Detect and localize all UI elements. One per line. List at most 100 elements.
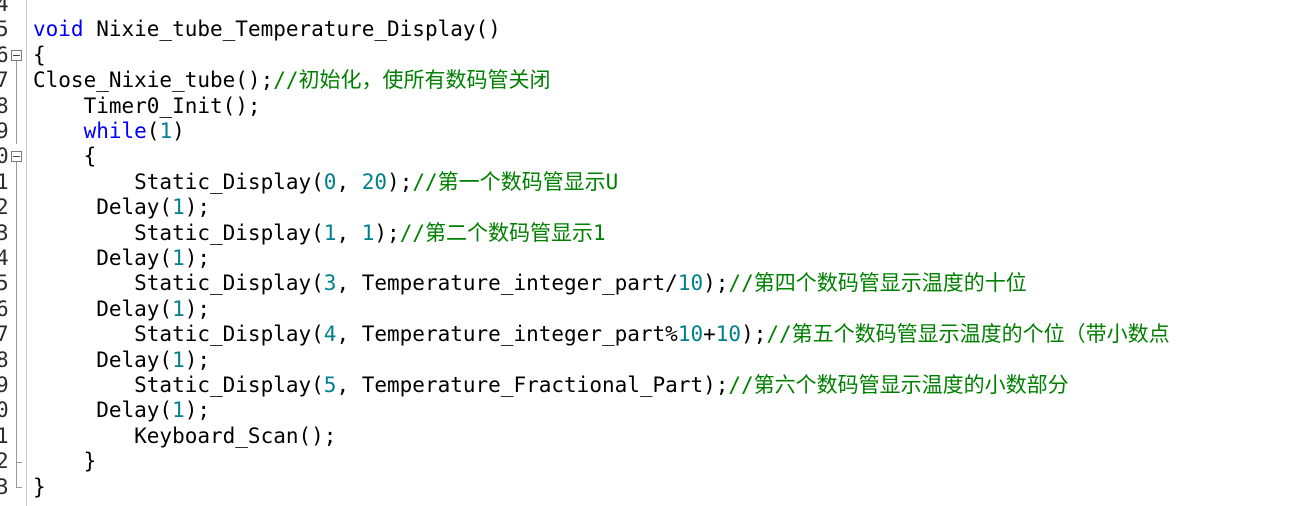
comment-token: //第五个数码管显示温度的个位（带小数点 <box>766 322 1170 347</box>
fold-guide-line <box>16 271 17 297</box>
code-token: Delay( <box>33 296 173 321</box>
line-number: 5 <box>0 17 9 42</box>
fold-collapse-icon[interactable] <box>11 49 22 61</box>
code-token: ); <box>387 169 413 194</box>
fold-guide-line <box>16 162 17 170</box>
code-line[interactable]: } <box>33 449 97 474</box>
number-token: 10 <box>677 322 704 347</box>
number-token: 1 <box>172 246 185 270</box>
code-line[interactable]: Delay(1); <box>33 297 210 322</box>
line-number: 8 <box>0 347 9 372</box>
code-line[interactable]: Delay(1); <box>33 398 210 423</box>
comment-token: //第二个数码管显示1 <box>399 220 606 245</box>
code-token: , Temperature_integer_part% <box>336 322 678 347</box>
number-token: 4 <box>323 322 337 347</box>
code-token: ) <box>172 119 185 143</box>
line-number: 7 <box>0 68 9 93</box>
code-line[interactable]: void Nixie_tube_Temperature_Display() <box>33 17 501 42</box>
comment-token: //第六个数码管显示温度的小数部分 <box>728 373 1069 397</box>
code-line[interactable]: while(1) <box>33 119 185 144</box>
gutter-divider <box>26 0 27 506</box>
line-number: 0 <box>0 398 9 423</box>
number-token: 20 <box>361 169 388 194</box>
code-token: ); <box>184 398 211 423</box>
code-line[interactable]: Timer0_Init(); <box>33 94 261 119</box>
line-number: 6 <box>0 296 9 321</box>
line-number: 8 <box>0 93 9 118</box>
fold-guide-line <box>16 220 17 246</box>
number-token: 3 <box>323 271 337 296</box>
number-token: 1 <box>172 347 185 372</box>
line-number: 4 <box>0 246 9 270</box>
code-token: Timer0_Init(); <box>33 93 261 118</box>
comment-token: //第四个数码管显示温度的十位 <box>728 271 1027 296</box>
keyword-token: while <box>83 119 147 143</box>
code-editor[interactable]: 45678901234567890123 void Nixie_tube_Tem… <box>0 0 1296 506</box>
keyword-token: void <box>33 17 84 42</box>
number-token: 1 <box>172 195 185 220</box>
code-token: Delay( <box>33 246 173 270</box>
code-token: , Temperature_integer_part/ <box>336 271 678 296</box>
number-token: 1 <box>361 220 375 245</box>
fold-guide-line <box>16 246 17 272</box>
line-number: 2 <box>0 195 9 220</box>
fold-guide-line <box>16 373 17 399</box>
code-line[interactable]: Static_Display(4, Temperature_integer_pa… <box>33 322 1170 347</box>
code-token: Delay( <box>33 195 173 220</box>
fold-guide-line <box>16 119 17 145</box>
fold-guide-line <box>16 60 17 69</box>
code-token: ( <box>146 119 160 143</box>
comment-token: //第一个数码管显示U <box>412 169 619 194</box>
line-number: 6 <box>0 42 9 67</box>
fold-guide-line <box>16 296 17 323</box>
line-number: 1 <box>0 169 9 194</box>
fold-guide-line <box>16 449 17 462</box>
code-token: ); <box>184 296 211 321</box>
code-token: Close_Nixie_tube(); <box>33 68 274 93</box>
number-token: 1 <box>159 119 173 143</box>
line-number: 3 <box>0 220 9 245</box>
code-token: } <box>33 449 97 474</box>
code-line[interactable]: Static_Display(3, Temperature_integer_pa… <box>33 271 1027 296</box>
code-token: , Temperature_Fractional_Part); <box>336 373 729 397</box>
code-token: { <box>33 144 97 169</box>
number-token: 10 <box>715 322 742 347</box>
code-line[interactable]: Keyboard_Scan(); <box>33 424 336 449</box>
number-token: 1 <box>323 220 337 245</box>
code-token: { <box>33 42 46 67</box>
line-number: 4 <box>0 0 9 16</box>
code-token: Static_Display( <box>33 271 324 296</box>
number-token: 5 <box>323 373 337 397</box>
line-number: 9 <box>0 119 9 143</box>
code-token: Keyboard_Scan(); <box>33 423 337 448</box>
code-token: Static_Display( <box>33 169 324 194</box>
code-line[interactable]: Static_Display(5, Temperature_Fractional… <box>33 373 1069 398</box>
code-token: Static_Display( <box>33 373 324 397</box>
fold-end-marker <box>16 487 22 489</box>
code-line[interactable]: Delay(1); <box>33 348 210 373</box>
code-token: ); <box>703 271 729 296</box>
line-number: 2 <box>0 449 9 474</box>
fold-guide-line <box>16 169 17 196</box>
line-number: 1 <box>0 423 9 448</box>
code-line[interactable]: Static_Display(0, 20);//第一个数码管显示U <box>33 170 618 195</box>
line-number-gutter: 45678901234567890123 <box>0 0 26 506</box>
code-line[interactable]: { <box>33 144 97 169</box>
number-token: 0 <box>323 169 337 194</box>
fold-guide-line <box>16 195 17 221</box>
fold-guide-line <box>16 347 17 373</box>
code-line[interactable]: Static_Display(1, 1);//第二个数码管显示1 <box>33 221 606 246</box>
fold-guide-line <box>16 474 17 488</box>
fold-guide-line <box>16 423 17 450</box>
code-token: , <box>336 169 362 194</box>
fold-collapse-icon[interactable] <box>11 151 22 163</box>
code-token: ); <box>741 322 767 347</box>
code-line[interactable]: } <box>33 475 46 500</box>
code-line[interactable]: Delay(1); <box>33 195 210 220</box>
fold-guide-line <box>16 461 17 475</box>
line-number: 0 <box>0 144 9 169</box>
code-line[interactable]: { <box>33 43 46 68</box>
code-token: + <box>703 322 716 347</box>
code-line[interactable]: Delay(1); <box>33 246 210 271</box>
code-line[interactable]: Close_Nixie_tube();//初始化，使所有数码管关闭 <box>33 68 551 93</box>
